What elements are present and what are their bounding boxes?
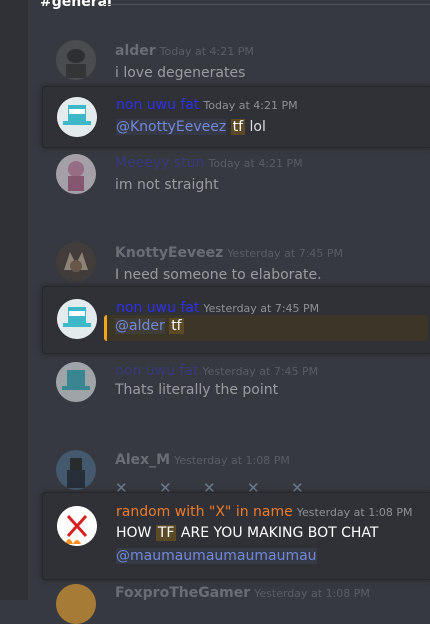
avatar[interactable] bbox=[56, 40, 96, 80]
message-author[interactable]: non uwu fat Today at 4:21 PM bbox=[116, 97, 298, 113]
header-divider bbox=[104, 4, 430, 5]
message-text: lol bbox=[249, 119, 266, 135]
avatar[interactable] bbox=[56, 242, 96, 282]
timestamp: Today at 4:21 PM bbox=[159, 45, 254, 58]
author-name[interactable]: non uwu fat bbox=[116, 300, 199, 316]
message-text: im not straight bbox=[115, 177, 219, 193]
timestamp: Yesterday at 1:08 PM bbox=[254, 587, 370, 600]
message-text: I need someone to elaborate. bbox=[115, 267, 322, 283]
timestamp: Today at 4:21 PM bbox=[203, 99, 298, 112]
timestamp: Yesterday at 1:08 PM bbox=[174, 454, 290, 467]
author-name[interactable]: FoxproTheGamer bbox=[115, 585, 250, 601]
mention-highlight-bar: @alder tf bbox=[104, 315, 428, 341]
message-author[interactable]: random with "X" in name Yesterday at 1:08… bbox=[116, 504, 413, 520]
channel-sidebar-edge bbox=[0, 0, 28, 600]
message-highlighted[interactable]: non uwu fat Yesterday at 7:45 PM @alder t… bbox=[42, 286, 430, 354]
highlighted-word: tf bbox=[169, 318, 184, 334]
user-mention[interactable]: @alder bbox=[115, 318, 165, 334]
message[interactable]: non uwu fat Yesterday at 7:45 PM Thats li… bbox=[42, 360, 430, 408]
avatar[interactable] bbox=[57, 97, 97, 137]
timestamp: Today at 4:21 PM bbox=[208, 157, 303, 170]
timestamp: Yesterday at 1:08 PM bbox=[296, 506, 413, 519]
message[interactable]: alder Today at 4:21 PM i love degenerates bbox=[42, 38, 430, 84]
message-text: i love degenerates bbox=[115, 65, 246, 81]
author-name[interactable]: Alex_M bbox=[115, 452, 170, 468]
message-author[interactable]: KnottyEeveez Yesterday at 7:45 PM bbox=[115, 245, 343, 261]
user-mention[interactable]: @maumaumaumaumaumau bbox=[116, 548, 317, 564]
message-highlighted[interactable]: random with "X" in name Yesterday at 1:08… bbox=[42, 492, 430, 580]
author-name[interactable]: random with "X" in name bbox=[116, 504, 293, 520]
highlighted-word: tf bbox=[230, 119, 246, 135]
channel-title: #general bbox=[40, 0, 112, 10]
message-author[interactable]: non uwu fat Yesterday at 7:45 PM bbox=[115, 363, 318, 379]
user-mention[interactable]: @KnottyEeveez bbox=[116, 119, 227, 135]
author-name[interactable]: Meeeyy stun bbox=[115, 155, 204, 171]
message-text: ARE YOU MAKING BOT CHAT bbox=[180, 525, 379, 541]
highlighted-word: TF bbox=[155, 525, 177, 541]
message-author[interactable]: Meeeyy stun Today at 4:21 PM bbox=[115, 155, 303, 171]
message-author[interactable]: alder Today at 4:21 PM bbox=[115, 43, 254, 59]
message-author[interactable]: non uwu fat Yesterday at 7:45 PM bbox=[116, 300, 319, 316]
message[interactable]: KnottyEeveez Yesterday at 7:45 PM I need … bbox=[42, 240, 430, 286]
message-author[interactable]: FoxproTheGamer Yesterday at 1:08 PM bbox=[115, 585, 370, 601]
message-author[interactable]: Alex_M Yesterday at 1:08 PM bbox=[115, 452, 290, 468]
timestamp: Yesterday at 7:45 PM bbox=[202, 365, 319, 378]
message-content: @maumaumaumaumaumau bbox=[116, 548, 317, 564]
avatar[interactable] bbox=[56, 450, 96, 490]
author-name[interactable]: non uwu fat bbox=[116, 97, 199, 113]
message-text: HOW bbox=[116, 525, 152, 541]
timestamp: Yesterday at 7:45 PM bbox=[203, 302, 320, 315]
avatar[interactable] bbox=[56, 584, 96, 624]
message-content: @alder tf bbox=[115, 318, 184, 334]
message-highlighted[interactable]: non uwu fat Today at 4:21 PM @KnottyEevee… bbox=[42, 86, 430, 148]
message[interactable]: FoxproTheGamer Yesterday at 1:08 PM bbox=[42, 582, 430, 624]
author-name[interactable]: KnottyEeveez bbox=[115, 245, 223, 261]
avatar[interactable] bbox=[56, 362, 96, 402]
avatar[interactable] bbox=[57, 299, 97, 339]
timestamp: Yesterday at 7:45 PM bbox=[227, 247, 344, 260]
message-content: @KnottyEeveez tf lol bbox=[116, 119, 266, 135]
message[interactable]: Meeeyy stun Today at 4:21 PM im not strai… bbox=[42, 150, 430, 200]
message[interactable]: Alex_M Yesterday at 1:08 PM ✕ ✕ ✕ ✕ ✕ bbox=[42, 448, 430, 497]
author-name[interactable]: alder bbox=[115, 43, 156, 59]
message-text: Thats literally the point bbox=[115, 382, 279, 398]
message-content: HOW TF ARE YOU MAKING BOT CHAT bbox=[116, 525, 378, 541]
author-name[interactable]: non uwu fat bbox=[115, 363, 198, 379]
avatar[interactable] bbox=[56, 154, 96, 194]
avatar[interactable] bbox=[57, 506, 97, 546]
